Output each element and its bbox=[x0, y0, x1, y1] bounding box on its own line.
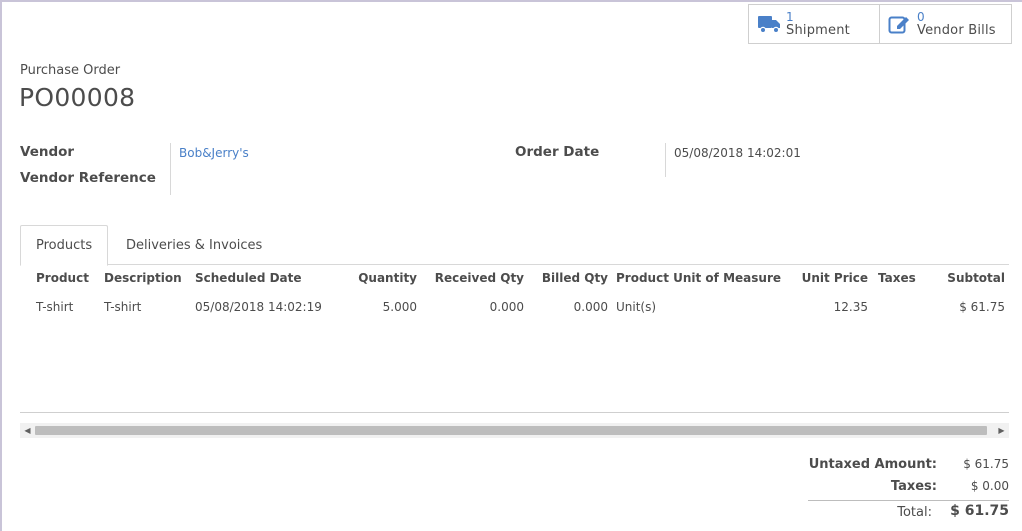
taxes-label: Taxes: bbox=[890, 479, 937, 494]
cell-quantity: 5.000 bbox=[382, 300, 417, 314]
cell-subtotal: $ 61.75 bbox=[959, 300, 1005, 314]
total-label: Total: bbox=[897, 505, 932, 520]
tab-deliveries-invoices[interactable]: Deliveries & Invoices bbox=[111, 225, 277, 265]
column-header-subtotal[interactable]: Subtotal bbox=[922, 265, 1009, 291]
cell-received-qty: 0.000 bbox=[489, 300, 524, 314]
cell-product: T-shirt bbox=[36, 300, 74, 314]
vendor-reference-label: Vendor Reference bbox=[20, 170, 156, 186]
untaxed-amount-value: $ 61.75 bbox=[963, 457, 1009, 471]
column-header-unit-price[interactable]: Unit Price bbox=[788, 265, 872, 291]
table-bottom-divider bbox=[20, 412, 1009, 413]
column-header-scheduled-date[interactable]: Scheduled Date bbox=[191, 265, 322, 291]
vendor-bills-label: Vendor Bills bbox=[917, 23, 996, 38]
truck-icon bbox=[757, 12, 781, 36]
notebook-tabs: Products Deliveries & Invoices bbox=[20, 225, 1009, 266]
table-header-row: Product Description Scheduled Date Quant… bbox=[20, 265, 1009, 291]
edit-document-icon bbox=[888, 12, 912, 36]
column-header-received-qty[interactable]: Received Qty bbox=[421, 265, 528, 291]
table-row[interactable]: T-shirt T-shirt 05/08/2018 14:02:19 5.00… bbox=[20, 291, 1009, 323]
document-type-label: Purchase Order bbox=[20, 63, 121, 78]
taxes-value: $ 0.00 bbox=[970, 479, 1009, 493]
smart-button-box: 1 Shipment 0 Vendor Bills bbox=[748, 4, 1012, 44]
cell-taxes bbox=[872, 291, 922, 323]
column-header-description[interactable]: Description bbox=[100, 265, 191, 291]
document-title: PO00008 bbox=[19, 83, 136, 112]
cell-uom: Unit(s) bbox=[616, 300, 657, 314]
untaxed-amount-label: Untaxed Amount: bbox=[808, 457, 937, 472]
vendor-link[interactable]: Bob&Jerry's bbox=[179, 146, 249, 160]
order-lines-table: Product Description Scheduled Date Quant… bbox=[20, 265, 1009, 323]
column-header-taxes[interactable]: Taxes bbox=[872, 265, 922, 291]
column-header-billed-qty[interactable]: Billed Qty bbox=[528, 265, 612, 291]
scroll-right-icon[interactable]: ▶ bbox=[994, 423, 1009, 438]
cell-description: T-shirt bbox=[104, 300, 142, 314]
vendor-field-divider bbox=[170, 143, 171, 195]
total-row: Total: $ 61.75 bbox=[808, 503, 1009, 525]
column-header-product[interactable]: Product bbox=[20, 265, 100, 291]
column-header-quantity[interactable]: Quantity bbox=[322, 265, 421, 291]
vendor-bills-button[interactable]: 0 Vendor Bills bbox=[880, 4, 1012, 44]
shipment-label: Shipment bbox=[786, 23, 850, 38]
untaxed-amount-row: Untaxed Amount: $ 61.75 bbox=[808, 457, 1009, 477]
scrollbar-thumb[interactable] bbox=[35, 426, 987, 435]
order-date-divider bbox=[665, 143, 666, 177]
window-top-border bbox=[0, 0, 1022, 2]
totals-divider bbox=[808, 500, 1009, 501]
order-date-value: 05/08/2018 14:02:01 bbox=[674, 146, 801, 160]
tab-products[interactable]: Products bbox=[20, 225, 109, 266]
order-date-label: Order Date bbox=[515, 144, 600, 160]
taxes-row: Taxes: $ 0.00 bbox=[808, 479, 1009, 499]
vendor-bills-count: 0 bbox=[917, 10, 925, 24]
cell-unit-price: 12.35 bbox=[833, 300, 868, 314]
cell-billed-qty: 0.000 bbox=[573, 300, 608, 314]
shipment-count: 1 bbox=[786, 10, 794, 24]
total-value: $ 61.75 bbox=[950, 503, 1009, 519]
scroll-left-icon[interactable]: ◀ bbox=[20, 423, 35, 438]
horizontal-scrollbar[interactable]: ◀ ▶ bbox=[20, 423, 1009, 438]
vendor-label: Vendor bbox=[20, 144, 75, 160]
shipment-button[interactable]: 1 Shipment bbox=[748, 4, 880, 44]
column-header-uom[interactable]: Product Unit of Measure bbox=[612, 265, 788, 291]
cell-scheduled-date: 05/08/2018 14:02:19 bbox=[195, 300, 322, 314]
window-left-border bbox=[0, 0, 2, 531]
